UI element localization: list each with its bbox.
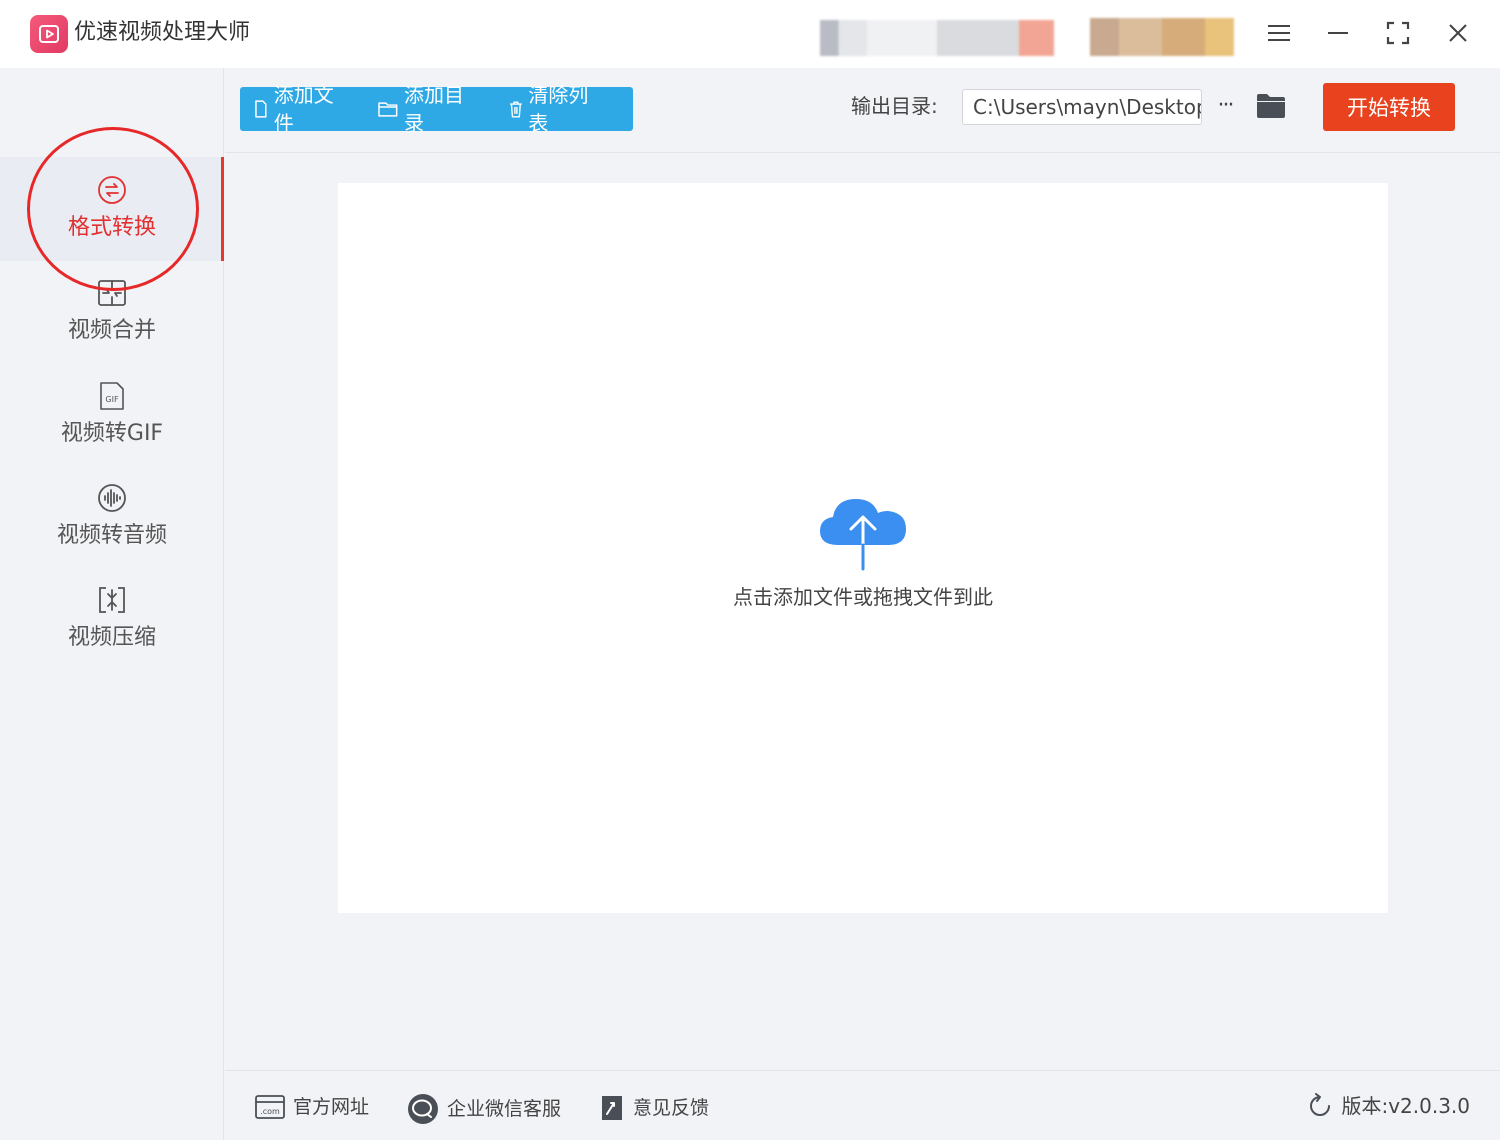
wechat-service-label: 企业微信客服 bbox=[447, 1098, 562, 1120]
close-icon[interactable] bbox=[1441, 16, 1475, 50]
official-website-link[interactable]: .com 官方网址 bbox=[255, 1093, 369, 1121]
version-info: 版本:v2.0.3.0 bbox=[1307, 1092, 1470, 1120]
sidebar-item-label: 视频合并 bbox=[67, 318, 156, 343]
folder-outline-icon bbox=[378, 102, 398, 117]
output-dir-label: 输出目录: bbox=[851, 94, 938, 118]
sidebar-item-label: 视频转GIF bbox=[60, 421, 164, 446]
audio-icon bbox=[97, 483, 127, 513]
sidebar-item-label: 视频转音频 bbox=[56, 523, 167, 548]
browse-more-button[interactable]: ··· bbox=[1212, 90, 1238, 122]
blurred-avatar bbox=[1090, 18, 1234, 56]
sidebar-item-label: 视频压缩 bbox=[67, 625, 156, 650]
feedback-label: 意见反馈 bbox=[633, 1097, 710, 1119]
blurred-user-info bbox=[820, 20, 1054, 56]
website-icon: .com bbox=[255, 1095, 285, 1119]
feedback-icon bbox=[602, 1096, 622, 1120]
version-text: 版本:v2.0.3.0 bbox=[1341, 1094, 1470, 1118]
drop-hint-text: 点击添加文件或拖拽文件到此 bbox=[733, 585, 993, 609]
toolbar: 添加文件 添加目录 清除列表 输出目录: C:\Users\mayn\Deskt… bbox=[225, 68, 1500, 153]
app-title: 优速视频处理大师 bbox=[74, 20, 251, 45]
maximize-icon[interactable] bbox=[1381, 16, 1415, 50]
cloud-upload-icon bbox=[818, 493, 908, 573]
add-file-button[interactable]: 添加文件 bbox=[254, 81, 352, 137]
sidebar-item-format-convert[interactable]: 格式转换 bbox=[0, 157, 224, 261]
open-folder-icon[interactable] bbox=[1255, 92, 1287, 120]
sidebar-item-video-merge[interactable]: 视频合并 bbox=[0, 261, 224, 365]
sidebar: 格式转换 视频合并 GIF 视频转GIF 视频转音频 视频压缩 bbox=[0, 68, 224, 1140]
sidebar-item-video-compress[interactable]: 视频压缩 bbox=[0, 567, 224, 671]
clear-list-button[interactable]: 清除列表 bbox=[509, 81, 607, 137]
add-folder-button[interactable]: 添加目录 bbox=[378, 81, 482, 137]
feedback-link[interactable]: 意见反馈 bbox=[599, 1093, 709, 1123]
file-drop-area[interactable]: 点击添加文件或拖拽文件到此 bbox=[338, 183, 1388, 913]
official-website-label: 官方网址 bbox=[293, 1096, 370, 1118]
gif-icon: GIF bbox=[97, 381, 127, 411]
merge-icon bbox=[97, 278, 127, 308]
file-action-group: 添加文件 添加目录 清除列表 bbox=[240, 83, 633, 135]
wechat-service-link[interactable]: 企业微信客服 bbox=[407, 1093, 561, 1125]
clear-list-label: 清除列表 bbox=[528, 83, 589, 135]
svg-text:.com: .com bbox=[260, 1107, 280, 1116]
refresh-icon bbox=[1310, 1093, 1331, 1116]
footer-bar: .com 官方网址 企业微信客服 意见反馈 版本:v2.0.3.0 bbox=[225, 1070, 1500, 1140]
trash-icon bbox=[509, 101, 522, 118]
convert-icon bbox=[97, 175, 127, 205]
add-file-label: 添加文件 bbox=[273, 83, 334, 135]
add-folder-label: 添加目录 bbox=[404, 83, 465, 135]
gif-badge-text: GIF bbox=[105, 395, 119, 404]
title-bar: 优速视频处理大师 bbox=[0, 0, 1500, 68]
app-logo-icon bbox=[30, 15, 68, 53]
compress-icon bbox=[97, 585, 127, 615]
sidebar-item-label: 格式转换 bbox=[67, 215, 156, 240]
output-dir-field[interactable]: C:\Users\mayn\Desktop bbox=[962, 89, 1202, 125]
sidebar-item-video-to-audio[interactable]: 视频转音频 bbox=[0, 465, 224, 569]
wechat-service-icon bbox=[408, 1094, 438, 1124]
file-icon bbox=[255, 100, 267, 118]
sidebar-item-video-to-gif[interactable]: GIF 视频转GIF bbox=[0, 363, 224, 467]
menu-icon[interactable] bbox=[1262, 16, 1296, 50]
start-convert-button[interactable]: 开始转换 bbox=[1323, 83, 1455, 131]
minimize-icon[interactable] bbox=[1321, 16, 1355, 50]
